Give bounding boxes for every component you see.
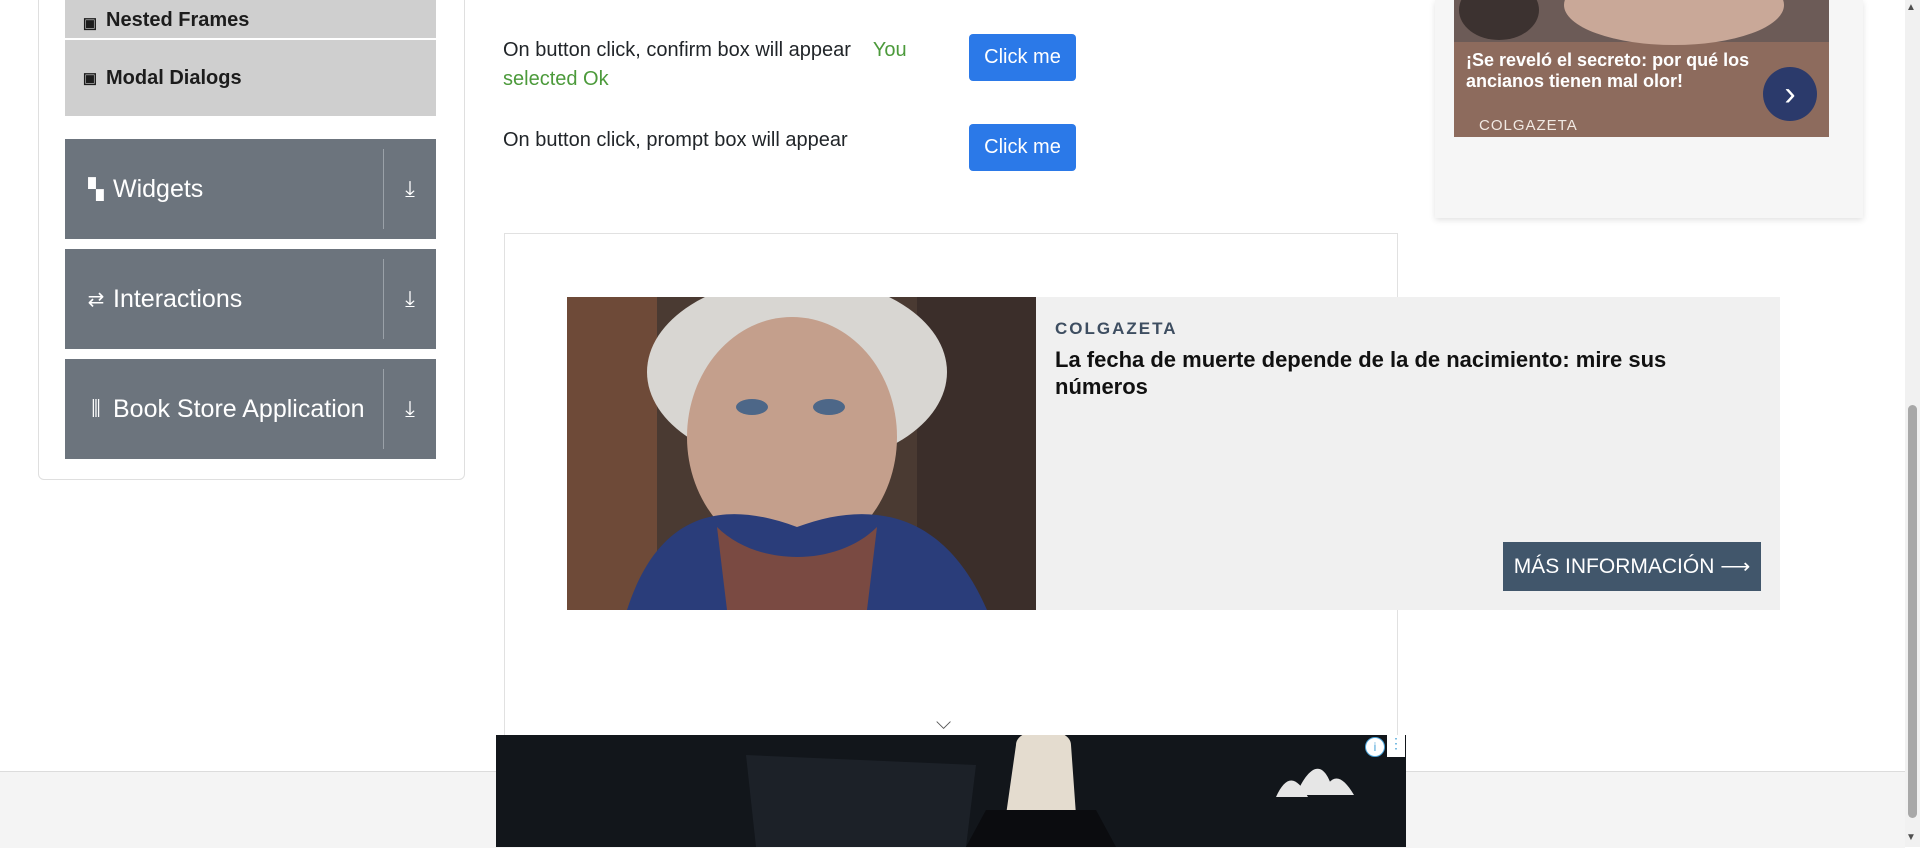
scroll-up-icon[interactable]: ▲ <box>1906 2 1916 13</box>
prompt-description: On button click, prompt box will appear <box>503 129 848 151</box>
html5-icon: ▣ <box>82 70 98 87</box>
group-label: Interactions <box>113 284 243 313</box>
books-icon: ⫼ <box>91 397 101 420</box>
bottom-banner-ad[interactable] <box>496 735 1406 847</box>
download-icon[interactable]: ⤓ <box>384 176 436 202</box>
chevron-right-icon[interactable]: › <box>1763 67 1817 121</box>
ad-photo[interactable] <box>567 297 1036 610</box>
menu-item-label: Nested Frames <box>106 9 250 31</box>
group-header-interactions[interactable]: ⇄ Interactions ⤓ <box>65 249 436 349</box>
menu-item-nested-frames[interactable]: ▣ Nested Frames <box>65 0 436 40</box>
right-ad-headline[interactable]: ¡Se reveló el secreto: por qué los ancia… <box>1466 50 1766 92</box>
confirm-row-text: On button click, confirm box will appear… <box>503 36 933 94</box>
confirm-button[interactable]: Click me <box>969 34 1076 81</box>
ad-source: COLGAZETA <box>1055 319 1178 338</box>
confirm-description: On button click, confirm box will appear <box>503 39 851 61</box>
group-header-widgets[interactable]: ▚ Widgets ⤓ <box>65 139 436 239</box>
group-header-book-store[interactable]: ⫼ Book Store Application ⤓ <box>65 359 436 459</box>
ad-cta-button[interactable]: MÁS INFORMACIÓN ⟶ <box>1503 542 1761 591</box>
download-icon[interactable]: ⤓ <box>384 396 436 422</box>
group-label: Book Store Application <box>113 394 365 423</box>
interactions-icon: ⇄ <box>87 288 105 311</box>
ad-headline[interactable]: La fecha de muerte depende de la de naci… <box>1055 346 1745 400</box>
scrollbar-thumb[interactable] <box>1908 405 1917 818</box>
scroll-down-icon[interactable]: ▼ <box>1906 832 1916 843</box>
widgets-icon: ▚ <box>88 178 104 201</box>
right-ad-source: COLGAZETA <box>1479 117 1578 134</box>
menu-item-modal-dialogs[interactable]: ▣ Modal Dialogs <box>65 40 436 118</box>
chevron-down-icon[interactable]: ⌵ <box>936 712 951 735</box>
elderly-woman-image <box>567 297 1036 610</box>
more-options-icon[interactable]: ⋮ <box>1387 735 1405 757</box>
menu-item-label: Modal Dialogs <box>106 66 242 89</box>
download-icon[interactable]: ⤓ <box>384 286 436 312</box>
html5-icon: ▣ <box>82 15 98 32</box>
group-label: Widgets <box>113 174 204 203</box>
banner-graphic <box>496 735 1406 847</box>
prompt-button[interactable]: Click me <box>969 124 1076 171</box>
ad-info-icon[interactable]: i <box>1365 737 1385 757</box>
